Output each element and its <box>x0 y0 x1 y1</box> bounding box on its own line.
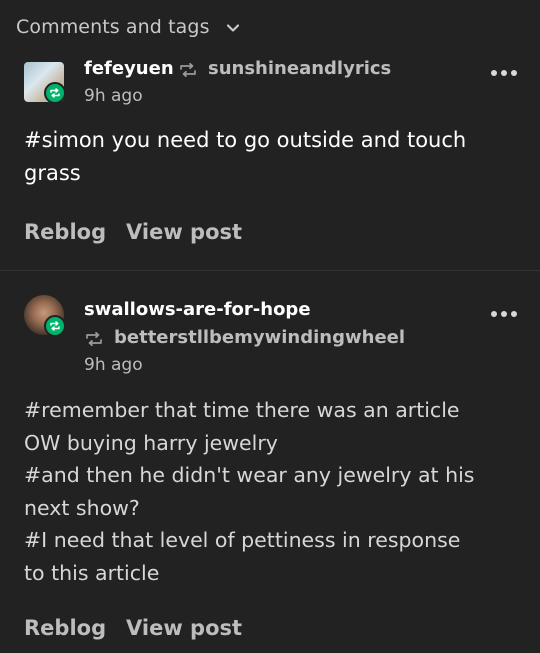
comment-timestamp: 9h ago <box>84 86 143 106</box>
comment-text: #simon you need to go outside and touch … <box>24 124 516 190</box>
comment-text-line: #I need that level of pettiness in respo… <box>24 528 461 552</box>
comment-text-line: #and then he didn't wear any jewelry at … <box>24 463 475 487</box>
comment-timestamp: 9h ago <box>84 355 143 375</box>
view-post-button[interactable]: View post <box>126 220 242 244</box>
comment-text-line: next show? <box>24 495 140 520</box>
header-title: Comments and tags <box>16 16 210 38</box>
reblog-button[interactable]: Reblog <box>24 616 106 640</box>
more-options-icon[interactable] <box>489 309 519 319</box>
view-post-button[interactable]: View post <box>126 616 242 640</box>
reblog-badge-icon <box>44 315 66 337</box>
more-options-icon[interactable] <box>489 68 519 78</box>
comment-text-line: OW buying harry jewelry <box>24 430 278 455</box>
comment-text-line: grass <box>24 161 81 185</box>
comment-text-line: to this article <box>24 560 160 585</box>
comment-text-line: #simon you need to go outside and touch <box>24 128 467 152</box>
comment-username[interactable]: swallows-are-for-hope <box>84 299 311 320</box>
comments-and-tags-header[interactable]: Comments and tags <box>0 0 540 58</box>
reblog-badge-icon <box>44 82 66 104</box>
chevron-down-icon[interactable] <box>224 19 242 37</box>
comment-text-line: #remember that time there was an article <box>24 398 460 422</box>
reblog-icon <box>86 331 102 347</box>
reblog-icon <box>180 62 196 78</box>
reblogged-from-username[interactable]: sunshineandlyrics <box>208 58 391 79</box>
reblog-button[interactable]: Reblog <box>24 220 106 244</box>
comment-text: #remember that time there was an article… <box>24 394 516 589</box>
avatar-wrap[interactable] <box>24 295 66 337</box>
reblogged-from-username[interactable]: betterstllbemywindingwheel <box>114 327 405 348</box>
avatar-wrap[interactable] <box>24 62 66 104</box>
comment-username[interactable]: fefeyuen <box>84 58 174 79</box>
comment-item: swallows-are-for-hope betterstllbemywind… <box>0 271 540 653</box>
comment-item: fefeyuen sunshineandlyrics 9h ago #simon… <box>0 58 540 271</box>
